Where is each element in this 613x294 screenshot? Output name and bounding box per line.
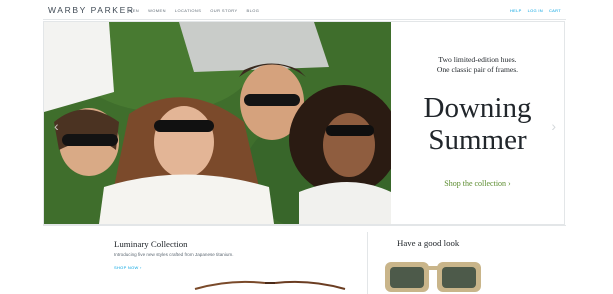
header-divider bbox=[43, 19, 566, 20]
cards-divider bbox=[367, 232, 368, 294]
hero-subtitle-line1: Two limited-edition hues. bbox=[438, 55, 517, 64]
cart-link[interactable]: Cart bbox=[549, 8, 561, 13]
hero-title: Downing Summer bbox=[391, 92, 564, 156]
help-link[interactable]: Help bbox=[510, 8, 522, 13]
hero-title-line1: Downing bbox=[423, 92, 532, 124]
main-nav: Men Women Locations Our story Blog bbox=[129, 8, 259, 13]
good-look-title[interactable]: Have a good look bbox=[397, 238, 459, 248]
luminary-title[interactable]: Luminary Collection bbox=[114, 239, 188, 249]
nav-our-story[interactable]: Our story bbox=[210, 8, 237, 13]
carousel-prev-icon[interactable]: ‹ bbox=[54, 118, 59, 134]
site-header: WARBY PARKER Men Women Locations Our sto… bbox=[0, 0, 613, 20]
utility-nav: Help Log in Cart bbox=[510, 8, 561, 13]
nav-men[interactable]: Men bbox=[129, 8, 139, 13]
good-look-glasses-image[interactable] bbox=[383, 260, 483, 294]
luminary-shop-now-link[interactable]: Shop now › bbox=[114, 265, 142, 270]
section-divider bbox=[43, 225, 566, 226]
site-logo[interactable]: WARBY PARKER bbox=[48, 5, 135, 15]
carousel-next-icon[interactable]: › bbox=[551, 118, 556, 134]
hero-banner: ‹ Two limited-edition hues. One classic … bbox=[43, 21, 565, 225]
hero-title-line2: Summer bbox=[428, 124, 527, 156]
nav-locations[interactable]: Locations bbox=[175, 8, 201, 13]
login-link[interactable]: Log in bbox=[528, 8, 543, 13]
nav-women[interactable]: Women bbox=[148, 8, 166, 13]
hero-text-panel: Two limited-edition hues. One classic pa… bbox=[391, 22, 564, 224]
luminary-description: Introducing five new styles crafted from… bbox=[114, 252, 234, 257]
hero-illustration bbox=[44, 22, 391, 224]
shop-collection-link[interactable]: Shop the collection › bbox=[391, 179, 564, 188]
hero-subtitle-line2: One classic pair of frames. bbox=[436, 64, 519, 74]
nav-blog[interactable]: Blog bbox=[247, 8, 260, 13]
hero-subtitle: Two limited-edition hues. One classic pa… bbox=[391, 55, 564, 74]
hero-photo[interactable]: ‹ bbox=[44, 22, 391, 224]
luminary-glasses-image[interactable] bbox=[190, 275, 350, 294]
